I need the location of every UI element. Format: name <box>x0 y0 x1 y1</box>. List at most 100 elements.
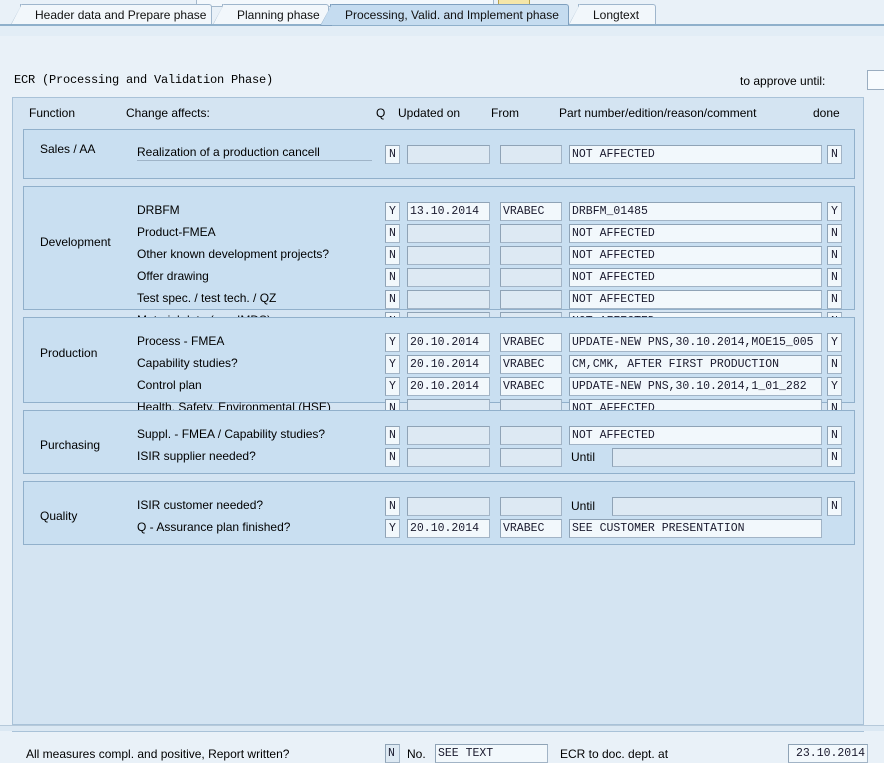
from-field[interactable] <box>500 497 562 516</box>
comment-field[interactable]: CM,CMK, AFTER FIRST PRODUCTION <box>569 355 822 374</box>
row-label: Realization of a production cancell <box>137 145 372 161</box>
done-field[interactable]: N <box>827 145 842 164</box>
table-row: DRBFM Y 13.10.2014 VRABEC DRBFM_01485 Y <box>24 200 856 222</box>
column-header-row: Function Change affects: Q Updated on Fr… <box>13 98 865 126</box>
done-field[interactable]: N <box>827 497 842 516</box>
row-label: ISIR supplier needed? <box>137 449 256 463</box>
done-field[interactable]: Y <box>827 377 842 396</box>
column-header-from: From <box>491 106 519 120</box>
from-field[interactable] <box>500 448 562 467</box>
done-field[interactable]: Y <box>827 333 842 352</box>
comment-field[interactable]: NOT AFFECTED <box>569 224 822 243</box>
footer-q-field[interactable]: N <box>385 744 400 763</box>
footer-no-input[interactable]: SEE TEXT <box>435 744 548 763</box>
main-content: ECR (Processing and Validation Phase) to… <box>0 36 884 763</box>
column-header-updated-on: Updated on <box>398 106 461 120</box>
updated-on-field[interactable] <box>407 448 490 467</box>
from-field[interactable] <box>500 246 562 265</box>
column-header-function: Function <box>29 106 76 120</box>
from-field[interactable] <box>500 426 562 445</box>
from-field[interactable] <box>500 145 562 164</box>
tab-planning-phase[interactable]: Planning phase <box>212 4 329 26</box>
updated-on-field[interactable] <box>407 497 490 516</box>
updated-on-field[interactable] <box>407 145 490 164</box>
done-field[interactable]: N <box>827 448 842 467</box>
comment-field[interactable]: NOT AFFECTED <box>569 290 822 309</box>
tab-longtext[interactable]: Longtext <box>568 4 656 26</box>
updated-on-field[interactable]: 13.10.2014 <box>407 202 490 221</box>
done-field[interactable]: N <box>827 426 842 445</box>
q-field[interactable]: N <box>385 426 400 445</box>
section-development: Development DRBFM Y 13.10.2014 VRABEC DRBFM_0… <box>23 186 856 353</box>
from-field[interactable]: VRABEC <box>500 333 562 352</box>
q-field[interactable]: N <box>385 448 400 467</box>
done-field[interactable]: N <box>827 355 842 374</box>
q-field[interactable]: N <box>385 246 400 265</box>
done-field[interactable]: N <box>827 224 842 243</box>
approve-until-label: to approve until: <box>740 74 826 88</box>
comment-field[interactable]: SEE CUSTOMER PRESENTATION <box>569 519 822 538</box>
tab-header-data-and-prepare-phase[interactable]: Header data and Prepare phase <box>10 4 212 26</box>
section-quality: Quality ISIR customer needed? N Until N Q - A… <box>23 481 855 545</box>
table-row: Suppl. - FMEA / Capability studies? N NOT … <box>24 424 856 446</box>
comment-field[interactable]: NOT AFFECTED <box>569 145 822 164</box>
updated-on-field[interactable]: 20.10.2014 <box>407 355 490 374</box>
updated-on-field[interactable]: 20.10.2014 <box>407 333 490 352</box>
row-label: Control plan <box>137 378 202 392</box>
q-field[interactable]: N <box>385 290 400 309</box>
page-title: ECR (Processing and Validation Phase) <box>14 73 274 87</box>
from-field[interactable] <box>500 290 562 309</box>
updated-on-field[interactable] <box>407 268 490 287</box>
updated-on-field[interactable] <box>407 426 490 445</box>
table-row: ISIR customer needed? N Until N <box>24 495 856 517</box>
footer-question-label: All measures compl. and positive, Report… <box>26 747 290 761</box>
updated-on-field[interactable] <box>407 224 490 243</box>
comment-field[interactable]: UPDATE-NEW PNS,30.10.2014,1_01_282 <box>569 377 822 396</box>
updated-on-field[interactable] <box>407 290 490 309</box>
footer-ecr-date-input[interactable]: 23.10.2014 <box>788 744 868 763</box>
until-date-field[interactable] <box>612 448 822 467</box>
measures-panel: Function Change affects: Q Updated on Fr… <box>12 97 864 725</box>
tab-bar: Header data and Prepare phase Planning ph… <box>0 4 884 26</box>
tab-processing-valid-and-implement-phase[interactable]: Processing, Valid. and Implement phase <box>320 4 569 26</box>
done-field[interactable]: Y <box>827 202 842 221</box>
row-label: Suppl. - FMEA / Capability studies? <box>137 427 326 441</box>
from-field[interactable] <box>500 224 562 243</box>
done-field[interactable]: N <box>827 268 842 287</box>
row-label: Q - Assurance plan finished? <box>137 520 291 534</box>
table-row: Capability studies? Y 20.10.2014 VRABEC CM,C… <box>24 353 856 375</box>
q-field[interactable]: N <box>385 224 400 243</box>
from-field[interactable]: VRABEC <box>500 519 562 538</box>
until-label: Until <box>571 499 596 513</box>
from-field[interactable]: VRABEC <box>500 355 562 374</box>
done-field[interactable]: N <box>827 246 842 265</box>
comment-field[interactable]: NOT AFFECTED <box>569 426 822 445</box>
from-field[interactable]: VRABEC <box>500 202 562 221</box>
done-field[interactable]: N <box>827 290 842 309</box>
footer-no-label: No. <box>407 747 426 761</box>
q-field[interactable]: N <box>385 497 400 516</box>
updated-on-field[interactable] <box>407 246 490 265</box>
updated-on-field[interactable]: 20.10.2014 <box>407 377 490 396</box>
column-header-done: done <box>813 106 840 120</box>
updated-on-field[interactable]: 20.10.2014 <box>407 519 490 538</box>
approve-until-input[interactable] <box>867 70 884 90</box>
q-field[interactable]: Y <box>385 355 400 374</box>
q-field[interactable]: Y <box>385 333 400 352</box>
comment-field[interactable]: NOT AFFECTED <box>569 246 822 265</box>
q-field[interactable]: Y <box>385 202 400 221</box>
comment-field[interactable]: NOT AFFECTED <box>569 268 822 287</box>
q-field[interactable]: Y <box>385 377 400 396</box>
horizontal-scrollbar[interactable] <box>0 725 884 731</box>
q-field[interactable]: N <box>385 145 400 164</box>
q-field[interactable]: N <box>385 268 400 287</box>
from-field[interactable]: VRABEC <box>500 377 562 396</box>
comment-field[interactable]: UPDATE-NEW PNS,30.10.2014,MOE15_005 <box>569 333 822 352</box>
column-header-part-number: Part number/edition/reason/comment <box>559 106 757 120</box>
comment-field[interactable]: DRBFM_01485 <box>569 202 822 221</box>
until-date-field[interactable] <box>612 497 822 516</box>
row-label: Other known development projects? <box>137 247 330 261</box>
table-row: Product-FMEA N NOT AFFECTED N <box>24 222 856 244</box>
from-field[interactable] <box>500 268 562 287</box>
q-field[interactable]: Y <box>385 519 400 538</box>
